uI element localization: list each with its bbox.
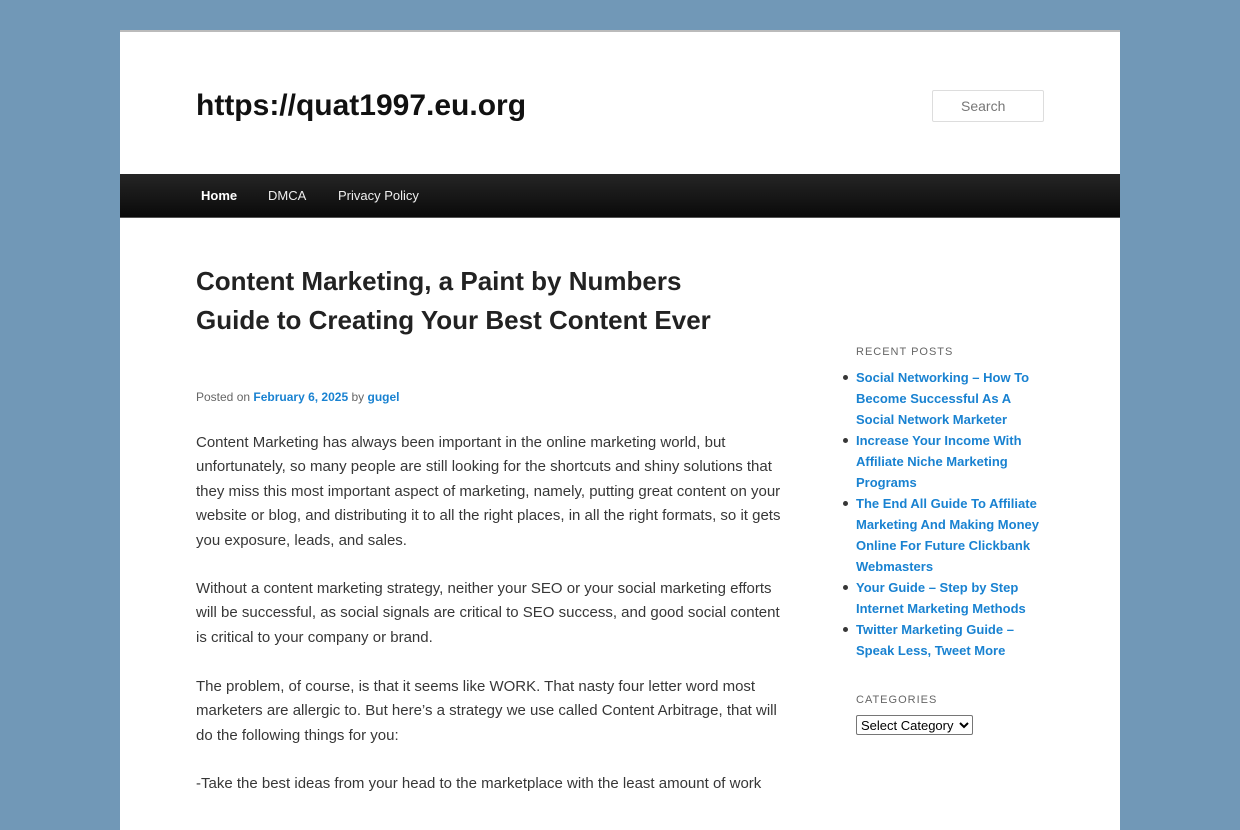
post-paragraph: The problem, of course, is that it seems… xyxy=(196,678,777,744)
recent-post-link[interactable]: The End All Guide To Affiliate Marketing… xyxy=(856,496,1039,574)
list-item: The End All Guide To Affiliate Marketing… xyxy=(843,493,1046,577)
list-item: Twitter Marketing Guide – Speak Less, Tw… xyxy=(843,619,1046,661)
categories-title: Categories xyxy=(856,694,938,706)
site-title[interactable]: https://quat1997.eu.org xyxy=(196,88,526,124)
post-author-link[interactable]: gugel xyxy=(368,390,400,404)
list-item: Social Networking – How To Become Succes… xyxy=(843,367,1046,430)
recent-posts-list: Social Networking – How To Become Succes… xyxy=(843,367,1046,661)
recent-post-link[interactable]: Twitter Marketing Guide – Speak Less, Tw… xyxy=(856,622,1014,658)
by-label: by xyxy=(351,390,365,404)
list-item: Increase Your Income With Affiliate Nich… xyxy=(843,430,1046,493)
main-navigation: Home DMCA Privacy Policy xyxy=(120,174,1120,218)
post-meta: Posted on February 6, 2025 by gugel xyxy=(196,390,400,404)
recent-post-link[interactable]: Your Guide – Step by Step Internet Marke… xyxy=(856,580,1026,616)
posted-on-label: Posted on xyxy=(196,390,251,404)
post-date-link[interactable]: February 6, 2025 xyxy=(253,390,348,404)
nav-item-privacy-policy[interactable]: Privacy Policy xyxy=(338,174,419,218)
category-select[interactable]: Select Category xyxy=(856,715,973,735)
nav-item-dmca[interactable]: DMCA xyxy=(268,174,306,218)
post-title[interactable]: Content Marketing, a Paint by Numbers Gu… xyxy=(196,262,716,340)
page-container: https://quat1997.eu.org Home DMCA Privac… xyxy=(120,30,1120,830)
post-paragraph: Content Marketing has always been import… xyxy=(196,434,781,549)
nav-item-home[interactable]: Home xyxy=(201,174,237,218)
post-paragraph: -Take the best ideas from your head to t… xyxy=(196,775,762,792)
post-paragraph: Without a content marketing strategy, ne… xyxy=(196,580,780,646)
search-input[interactable] xyxy=(932,90,1044,122)
recent-post-link[interactable]: Social Networking – How To Become Succes… xyxy=(856,370,1029,427)
recent-post-link[interactable]: Increase Your Income With Affiliate Nich… xyxy=(856,433,1022,490)
list-item: Your Guide – Step by Step Internet Marke… xyxy=(843,577,1046,619)
recent-posts-title: Recent Posts xyxy=(856,346,954,358)
